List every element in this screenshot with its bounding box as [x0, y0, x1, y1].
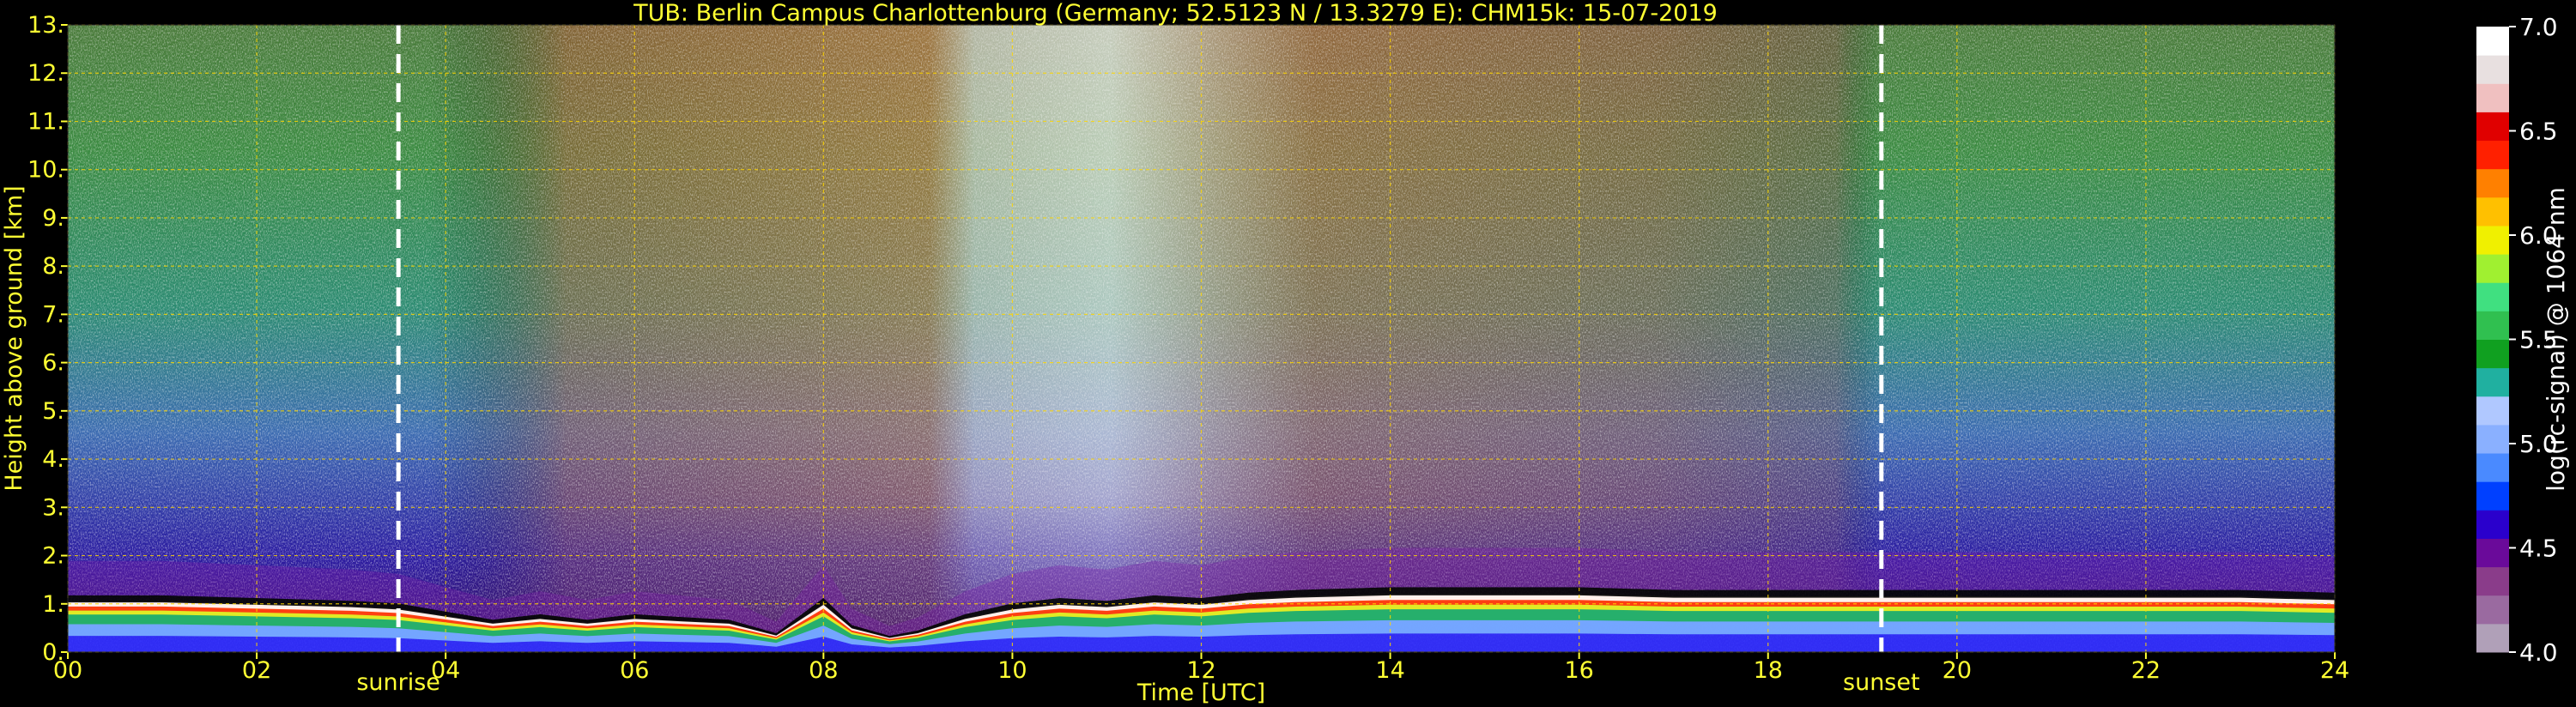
colorbar-segment	[2476, 311, 2509, 340]
colorbar-segment	[2476, 196, 2509, 227]
y-tick-label: 4.	[42, 446, 64, 473]
colorbar-segment	[2476, 140, 2509, 170]
colorbar-segment	[2476, 254, 2509, 283]
y-tick-label: 0.	[42, 639, 64, 666]
x-tick-label: 06	[620, 657, 649, 684]
sunrise-label: sunrise	[356, 669, 440, 696]
colorbar-segment	[2476, 55, 2509, 84]
y-tick-label: 7.	[42, 301, 64, 328]
y-tick-label: 10.	[27, 157, 64, 184]
colorbar-segment	[2476, 367, 2509, 397]
y-tick-label: 13.	[27, 12, 64, 39]
x-tick-label: 10	[997, 657, 1027, 684]
colorbar-segment	[2476, 453, 2509, 482]
colorbar-segment	[2476, 282, 2509, 311]
y-tick-label: 1.	[42, 591, 64, 618]
y-axis-ticks: 0. 1. 2. 3. 4. 5. 6. 7. 8. 9. 10. 11. 12. 13.	[27, 12, 68, 666]
y-tick-label: 9.	[42, 205, 64, 232]
x-tick-label: 24	[2320, 657, 2349, 684]
x-tick-label: 08	[809, 657, 838, 684]
colorbar-tick-label: 4.0	[2519, 638, 2558, 667]
colorbar-segment	[2476, 83, 2509, 112]
x-tick-label: 02	[242, 657, 271, 684]
colorbar-segment	[2476, 339, 2509, 369]
y-tick-label: 5.	[42, 398, 64, 425]
x-tick-label: 18	[1754, 657, 1783, 684]
x-tick-label: 20	[1943, 657, 1972, 684]
sunset-label: sunset	[1843, 669, 1920, 696]
y-tick-label: 3.	[42, 494, 64, 521]
colorbar-segment	[2476, 168, 2509, 198]
x-tick-label: 14	[1375, 657, 1404, 684]
colorbar-segment	[2476, 225, 2509, 255]
y-axis-label: Height above ground [km]	[1, 185, 27, 491]
x-tick-label: 04	[431, 657, 460, 684]
x-axis-label: Time [UTC]	[1136, 680, 1265, 706]
plot-area	[68, 25, 2335, 652]
colorbar-segment	[2476, 396, 2509, 426]
colorbar-segment	[2476, 481, 2509, 511]
colorbar-segment	[2476, 27, 2509, 56]
y-tick-label: 8.	[42, 253, 64, 280]
colorbar-tick-label: 4.5	[2519, 535, 2558, 563]
y-tick-label: 6.	[42, 350, 64, 377]
colorbar-segment	[2476, 538, 2509, 568]
colorbar-segment	[2476, 623, 2509, 653]
chart-title: TUB: Berlin Campus Charlottenburg (Germa…	[633, 0, 1718, 27]
ceilometer-chart: sunrise sunset 00 02 04 06 08 10 12 14 16 18 20 22 24…	[1, 0, 2570, 706]
colorbar-segment	[2476, 510, 2509, 539]
x-tick-label: 16	[1564, 657, 1593, 684]
colorbar-tick-label: 6.5	[2519, 118, 2558, 146]
colorbar-segment	[2476, 595, 2509, 625]
x-tick-label: 22	[2131, 657, 2161, 684]
y-tick-label: 11.	[27, 108, 64, 135]
colorbar-segment	[2476, 112, 2509, 142]
y-tick-label: 2.	[42, 543, 64, 570]
y-tick-label: 12.	[27, 60, 64, 87]
colorbar-tick-label: 7.0	[2519, 13, 2558, 41]
colorbar-segment	[2476, 424, 2509, 454]
colorbar-segment	[2476, 566, 2509, 596]
colorbar-label: log(rc-signal) @ 1064 nm	[2542, 187, 2570, 492]
